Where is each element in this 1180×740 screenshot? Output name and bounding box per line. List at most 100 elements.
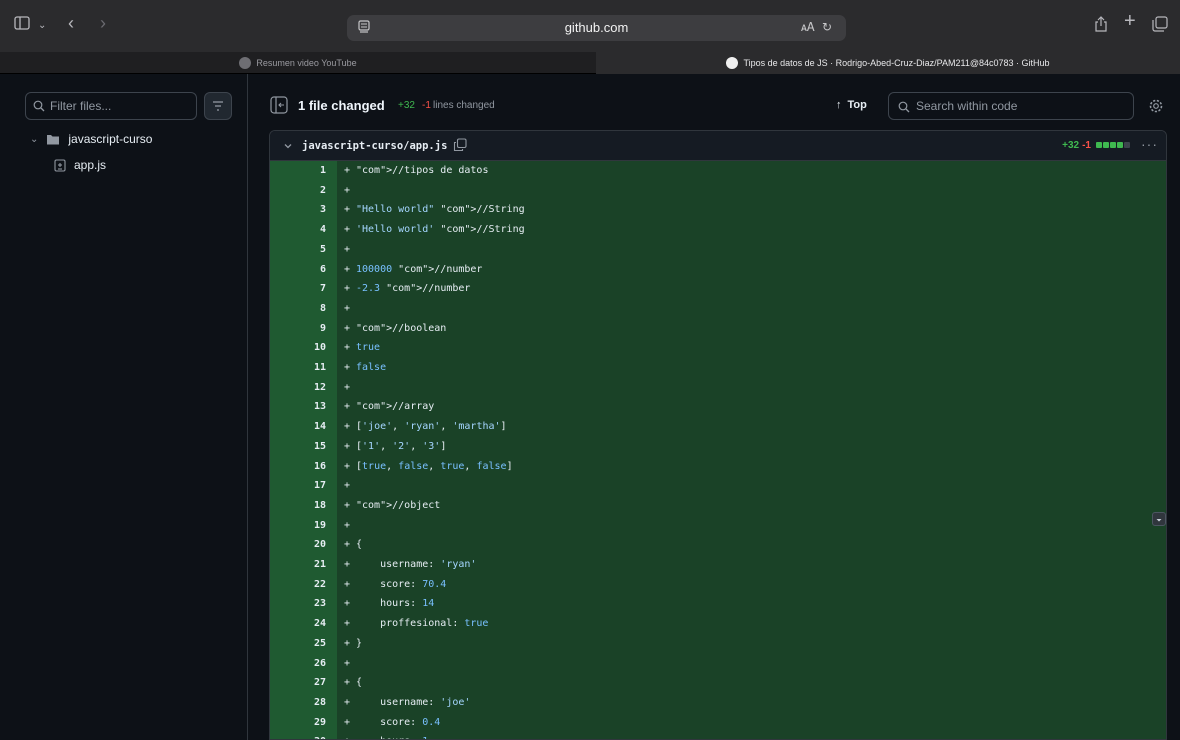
diff-line[interactable]: 18 + "com">//object [270, 496, 1166, 516]
line-number[interactable]: 18 [270, 496, 326, 516]
file-diff-header: javascript-curso/app.js +32 -1 ··· [270, 131, 1166, 161]
filter-options-button[interactable] [204, 92, 232, 120]
line-number[interactable]: 19 [270, 516, 326, 536]
line-number[interactable]: 11 [270, 358, 326, 378]
expand-down-button[interactable] [1152, 512, 1166, 526]
diff-line[interactable]: 15 + ['1', '2', '3'] [270, 437, 1166, 457]
diff-line[interactable]: 20 + { [270, 535, 1166, 555]
diff-line[interactable]: 6 +100000 "com">//number [270, 260, 1166, 280]
code-text: [true, false, true, false] [356, 460, 513, 472]
file-additions: +32 [1062, 140, 1080, 151]
back-icon[interactable]: ‹ [68, 13, 74, 33]
scroll-to-top-button[interactable]: ↑ Top [836, 99, 867, 111]
line-number[interactable]: 13 [270, 397, 326, 417]
line-number[interactable]: 7 [270, 279, 326, 299]
diff-line[interactable]: 19 + [270, 516, 1166, 536]
added-marker: + [344, 460, 351, 472]
collapse-sidebar-icon[interactable] [270, 96, 288, 114]
line-number[interactable]: 23 [270, 594, 326, 614]
reload-icon[interactable]: ↻ [822, 20, 832, 34]
line-number[interactable]: 4 [270, 220, 326, 240]
diff-line[interactable]: 21 + username: 'ryan' [270, 555, 1166, 575]
line-number[interactable]: 6 [270, 260, 326, 280]
diff-line[interactable]: 4 + 'Hello world' "com">//String [270, 220, 1166, 240]
diff-line[interactable]: 5 + [270, 240, 1166, 260]
file-tree-sidebar: ⌄ javascript-curso app.js [8, 74, 248, 740]
diff-line[interactable]: 9 + "com">//boolean [270, 319, 1166, 339]
folder-icon [47, 134, 60, 144]
line-number[interactable]: 2 [270, 181, 326, 201]
line-number[interactable]: 3 [270, 200, 326, 220]
tab-overview-icon[interactable] [1152, 16, 1168, 38]
line-number[interactable]: 29 [270, 713, 326, 733]
file-diff-stats: +32 -1 [1062, 140, 1130, 151]
diff-line[interactable]: 28 + username: 'joe' [270, 693, 1166, 713]
diff-line[interactable]: 30 + hours: 1 [270, 732, 1166, 739]
diff-line[interactable]: 2 + [270, 181, 1166, 201]
diff-line[interactable]: 12 + [270, 378, 1166, 398]
added-marker: + [344, 732, 350, 739]
search-within-code-input[interactable] [916, 93, 1126, 119]
code-text: hours: 1 [356, 732, 428, 739]
line-number[interactable]: 20 [270, 535, 326, 555]
tab-resumen-video[interactable]: Resumen video YouTube [0, 52, 596, 74]
line-number[interactable]: 22 [270, 575, 326, 595]
diff-line[interactable]: 23 + hours: 14 [270, 594, 1166, 614]
diff-line[interactable]: 8 + [270, 299, 1166, 319]
line-number[interactable]: 14 [270, 417, 326, 437]
diff-line[interactable]: 22 + score: 70.4 [270, 575, 1166, 595]
diff-line[interactable]: 25 +} [270, 634, 1166, 654]
line-number[interactable]: 26 [270, 654, 326, 674]
line-number[interactable]: 17 [270, 476, 326, 496]
filter-files-input[interactable] [50, 93, 190, 119]
search-code-box [888, 92, 1134, 120]
new-tab-icon[interactable]: + [1124, 11, 1136, 31]
line-number[interactable]: 27 [270, 673, 326, 693]
diff-line[interactable]: 24 + proffesional: true [270, 614, 1166, 634]
line-number[interactable]: 15 [270, 437, 326, 457]
translate-icon[interactable]: 🗚 [801, 20, 815, 34]
address-bar[interactable]: github.com 🗚 ↻ [347, 15, 846, 41]
tree-folder-javascript-curso[interactable]: ⌄ javascript-curso [30, 130, 152, 148]
diff-line[interactable]: 27 + { [270, 673, 1166, 693]
diff-summary-header: 1 file changed +32 -1 lines changed ↑ Top [270, 92, 1168, 120]
diff-line[interactable]: 11 + false [270, 358, 1166, 378]
diff-line[interactable]: 16 + [true, false, true, false] [270, 457, 1166, 477]
share-icon[interactable] [1094, 16, 1108, 38]
line-number[interactable]: 10 [270, 338, 326, 358]
gear-icon[interactable] [1148, 98, 1164, 114]
diff-line[interactable]: 10 + true [270, 338, 1166, 358]
diff-line[interactable]: 26 + [270, 654, 1166, 674]
file-path[interactable]: javascript-curso/app.js [302, 140, 447, 152]
line-number[interactable]: 12 [270, 378, 326, 398]
forward-icon[interactable]: › [100, 13, 106, 33]
added-marker: + [344, 696, 351, 708]
line-number[interactable]: 5 [270, 240, 326, 260]
sidebar-menu-chevron-icon[interactable]: ⌄ [38, 16, 46, 36]
line-number[interactable]: 21 [270, 555, 326, 575]
added-marker: + [344, 657, 351, 669]
added-marker: + [344, 421, 351, 433]
diff-line[interactable]: 7 + -2.3 "com">//number [270, 279, 1166, 299]
code-text: "com">//boolean [356, 322, 447, 334]
diff-line[interactable]: 13 + "com">//array [270, 397, 1166, 417]
diff-line[interactable]: 29 + score: 0.4 [270, 713, 1166, 733]
diff-line[interactable]: 1 + "com">//tipos de datos [270, 161, 1166, 181]
chevron-down-icon[interactable] [282, 140, 294, 152]
line-number[interactable]: 8 [270, 299, 326, 319]
diff-line[interactable]: 3 + "Hello world" "com">//String [270, 200, 1166, 220]
line-number[interactable]: 16 [270, 457, 326, 477]
sidebar-toggle-icon[interactable] [14, 16, 30, 36]
line-number[interactable]: 1 [270, 161, 326, 181]
line-number[interactable]: 25 [270, 634, 326, 654]
line-number[interactable]: 30 [270, 732, 326, 739]
line-number[interactable]: 9 [270, 319, 326, 339]
diff-line[interactable]: 14 + ['joe', 'ryan', 'martha'] [270, 417, 1166, 437]
copy-icon[interactable] [453, 138, 467, 152]
diff-line[interactable]: 17 + [270, 476, 1166, 496]
tree-file-app-js[interactable]: app.js [54, 156, 106, 174]
more-options-icon[interactable]: ··· [1141, 136, 1158, 152]
tab-github-commit[interactable]: Tipos de datos de JS · Rodrigo-Abed-Cruz… [596, 52, 1180, 74]
line-number[interactable]: 24 [270, 614, 326, 634]
line-number[interactable]: 28 [270, 693, 326, 713]
